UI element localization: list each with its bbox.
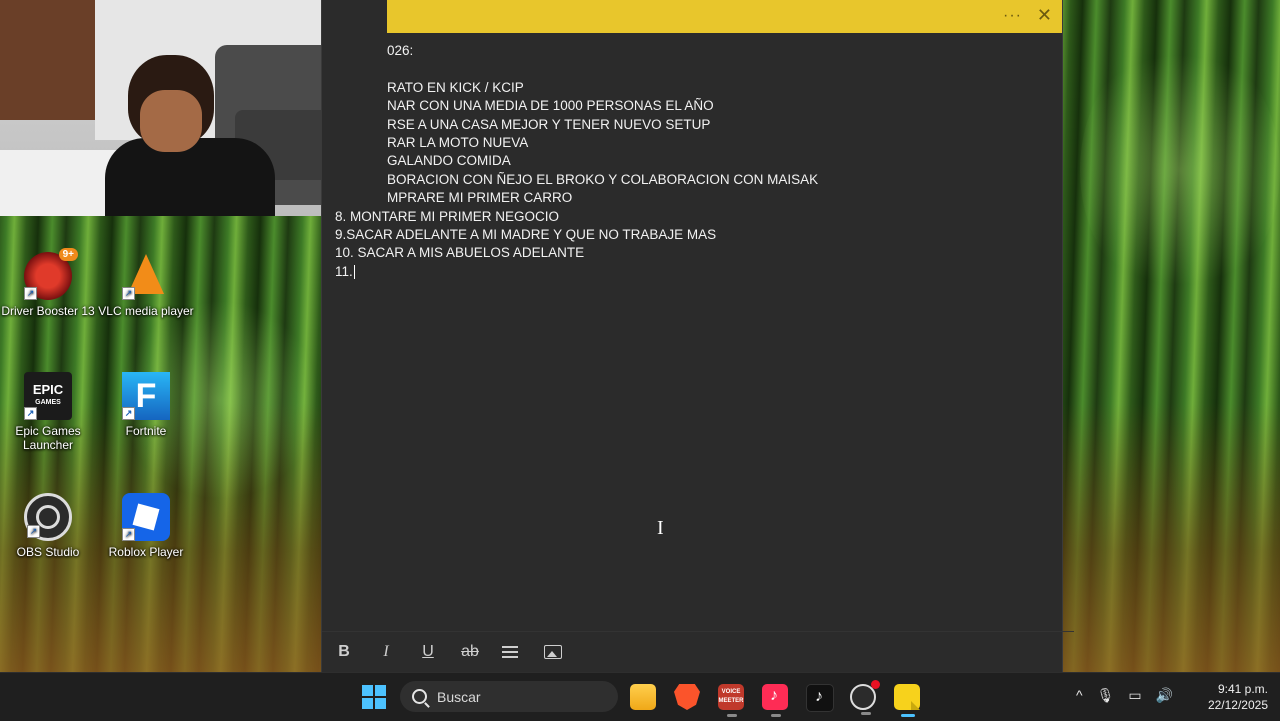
note-line: RAR LA MOTO NUEVA [387, 134, 529, 150]
note-line: RATO EN KICK / KCIP [387, 79, 524, 95]
sticky-note-window[interactable]: ··· ✕ 026: RATO EN KICK / KCIP NAR CON U… [321, 0, 1074, 672]
brave-browser-icon[interactable] [674, 684, 700, 710]
note-line: RSE A UNA CASA MEJOR Y TENER NUEVO SETUP [387, 116, 711, 132]
system-tray: ^ 🎙 ▭ 🔊 [1076, 687, 1173, 704]
taskbar-search-box[interactable]: Buscar [400, 681, 618, 712]
search-icon [412, 689, 427, 704]
shortcut-arrow-icon: ↗ [122, 528, 135, 541]
note-line: 026: [387, 43, 414, 58]
desktop-icon-label: VLC media player [98, 304, 194, 318]
shortcut-arrow-icon: ↗ [122, 407, 135, 420]
search-placeholder: Buscar [437, 688, 481, 705]
list-icon [502, 646, 518, 658]
note-line: 11. [335, 263, 353, 279]
notification-badge: 9+ [58, 248, 78, 261]
image-icon [544, 645, 562, 659]
tiktok-icon[interactable]: ♪ [806, 684, 834, 712]
desktop-icon-label: Driver Booster 13 [1, 304, 95, 318]
note-line: 10. SACAR A MIS ABUELOS ADELANTE [335, 245, 585, 261]
clock-time: 9:41 p.m. [1217, 682, 1268, 696]
obs-icon: ↗ [24, 493, 72, 541]
vlc-icon: ↗ [122, 252, 170, 300]
note-line: GALANDO COMIDA [387, 153, 511, 169]
sticky-note-titlebar[interactable]: ··· ✕ [387, 0, 1062, 33]
add-image-button[interactable] [544, 645, 564, 659]
epic-games-icon: EPIC GAMES ↗ [24, 372, 72, 420]
note-line: 9.SACAR ADELANTE A MI MADRE Y QUE NO TRA… [335, 226, 717, 242]
formatting-toolbar: B I U ab [322, 631, 1074, 672]
desktop-icon-epic-games[interactable]: EPIC GAMES ↗ Epic Games Launcher [0, 372, 96, 452]
network-icon[interactable]: ▭ [1128, 687, 1141, 704]
tiktok-live-studio-icon[interactable]: ♪ [762, 684, 788, 717]
note-line: NAR CON UNA MEDIA DE 1000 PERSONAS EL AÑ… [387, 98, 714, 114]
taskbar-clock[interactable]: 9:41 p.m. 22/12/2025 [1188, 681, 1268, 713]
shortcut-arrow-icon: ↗ [27, 525, 40, 538]
tiktok-glyph: ♪ [815, 688, 823, 705]
desktop-icon-roblox[interactable]: ↗ Roblox Player [98, 493, 194, 559]
taskbar: Buscar VOICE MEETER ♪ ♪ ^ 🎙 ▭ 🔊 9:41 p.m… [0, 672, 1280, 721]
desktop-icon-label: Fortnite [125, 424, 167, 438]
desktop-icon-label: Roblox Player [108, 545, 184, 559]
epic-logo-text: EPIC [32, 382, 64, 397]
more-options-button[interactable]: ··· [1003, 7, 1022, 25]
italic-button[interactable]: I [376, 643, 396, 661]
sticky-notes-taskbar-icon[interactable] [894, 684, 920, 717]
desktop-icon-label: Epic Games Launcher [15, 424, 81, 452]
bold-button[interactable]: B [334, 643, 354, 661]
roblox-icon: ↗ [122, 493, 170, 541]
note-line-current: 11. [335, 263, 1035, 281]
shortcut-arrow-icon: ↗ [24, 287, 37, 300]
recording-indicator-icon [871, 680, 880, 689]
mouse-cursor-ibeam-icon: I [657, 517, 664, 539]
shortcut-arrow-icon: ↗ [122, 287, 135, 300]
clock-date: 22/12/2025 [1207, 698, 1268, 712]
fortnite-logo-text: F [135, 376, 157, 415]
shortcut-arrow-icon: ↗ [24, 407, 37, 420]
desktop-icon-driver-booster[interactable]: 9+ ↗ Driver Booster 13 [0, 248, 96, 318]
desktop-icon-obs-studio[interactable]: ↗ OBS Studio [0, 493, 96, 559]
underline-button[interactable]: U [418, 643, 438, 661]
note-text-area[interactable]: 026: RATO EN KICK / KCIP NAR CON UNA MED… [335, 42, 1035, 281]
desktop-icon-vlc[interactable]: ↗ VLC media player [98, 252, 194, 318]
fortnite-icon: F ↗ [122, 372, 170, 420]
note-line: 8. MONTARE MI PRIMER NEGOCIO [335, 208, 560, 224]
strikethrough-button[interactable]: ab [460, 643, 480, 661]
note-line: BORACION CON ÑEJO EL BROKO Y COLABORACIO… [387, 171, 819, 187]
note-line [335, 60, 1035, 78]
show-hidden-icons-chevron-icon[interactable]: ^ [1076, 687, 1083, 704]
note-line: MPRARE MI PRIMER CARRO [387, 190, 573, 206]
volume-icon[interactable]: 🔊 [1156, 687, 1173, 704]
text-caret [353, 265, 355, 280]
tiktok-glyph: ♪ [770, 687, 778, 704]
desktop-icon-label: OBS Studio [16, 545, 80, 559]
close-button[interactable]: ✕ [1037, 5, 1052, 26]
epic-logo-subtext: GAMES [35, 399, 61, 406]
driver-booster-icon: 9+ ↗ [24, 248, 78, 300]
voicemeeter-icon[interactable]: VOICE MEETER [718, 684, 744, 717]
microphone-icon[interactable]: 🎙 [1097, 687, 1115, 704]
desktop-icon-fortnite[interactable]: F ↗ Fortnite [98, 372, 194, 438]
bullet-list-button[interactable] [502, 646, 522, 658]
file-explorer-icon[interactable] [630, 684, 656, 710]
start-button[interactable] [362, 685, 386, 709]
obs-studio-taskbar-icon[interactable] [850, 680, 880, 715]
